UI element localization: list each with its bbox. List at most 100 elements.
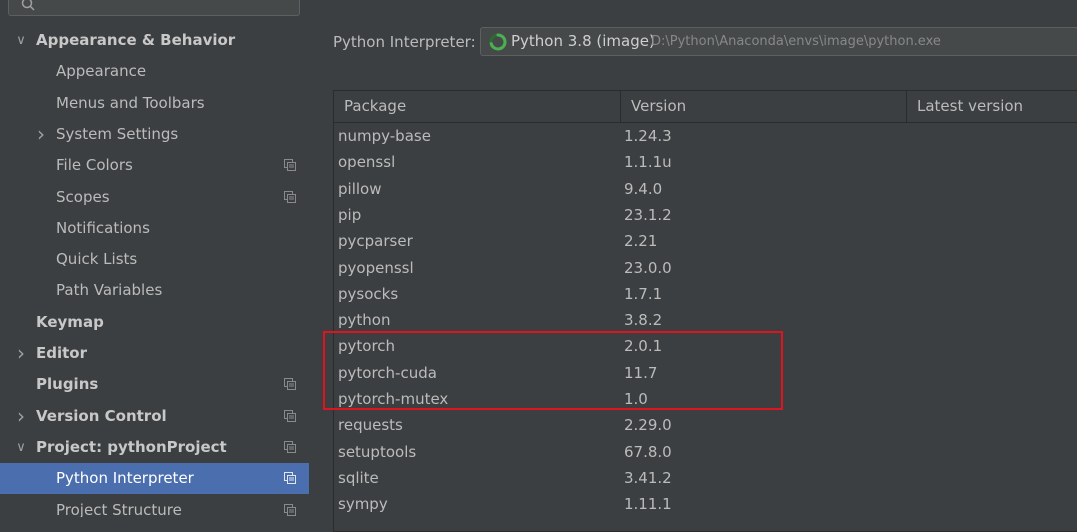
- sidebar-item-python-interpreter[interactable]: Python Interpreter: [0, 463, 309, 495]
- package-version-cell: 9.4.0: [624, 179, 663, 198]
- package-version-cell: 1.7.1: [624, 284, 663, 303]
- table-row[interactable]: requests 2.29.0: [334, 412, 1077, 438]
- interpreter-path: D:\Python\Anaconda\envs\image\python.exe: [651, 34, 941, 49]
- package-name-cell: python: [338, 311, 391, 330]
- package-version-cell: 3.41.2: [624, 468, 672, 487]
- sidebar-item-path-variables[interactable]: Path Variables: [0, 275, 309, 306]
- sidebar-item-file-colors[interactable]: File Colors: [0, 150, 309, 181]
- column-header-package[interactable]: Package: [334, 91, 620, 122]
- sidebar-item-label: Appearance & Behavior: [36, 31, 236, 49]
- sidebar-item-version-control[interactable]: › Version Control: [0, 401, 309, 432]
- table-row[interactable]: pyopenssl 23.0.0: [334, 255, 1077, 281]
- sidebar-item-appearance-behavior[interactable]: ∨ Appearance & Behavior: [0, 25, 309, 56]
- sidebar-item-label: Python Interpreter: [56, 469, 194, 488]
- table-row[interactable]: pytorch-cuda 11.7: [334, 360, 1077, 386]
- package-version-cell: 67.8.0: [624, 442, 672, 461]
- table-row[interactable]: openssl 1.1.1u: [334, 149, 1077, 175]
- package-version-cell: 3.8.2: [624, 311, 663, 330]
- package-name-cell: pytorch-cuda: [338, 363, 437, 382]
- sidebar-item-label: System Settings: [56, 124, 179, 143]
- search-icon: [21, 0, 35, 11]
- package-name-cell: pip: [338, 205, 362, 224]
- table-row[interactable]: pytorch 2.0.1: [334, 333, 1077, 359]
- sidebar-item-label: Keymap: [36, 312, 104, 331]
- package-version-cell: 2.0.1: [624, 337, 663, 356]
- table-row[interactable]: pip 23.1.2: [334, 202, 1077, 228]
- interpreter-dropdown[interactable]: Python 3.8 (image) D:\Python\Anaconda\en…: [480, 27, 1077, 56]
- sidebar-item-label: File Colors: [56, 156, 133, 175]
- sidebar-item-scopes[interactable]: Scopes: [0, 182, 309, 213]
- settings-search-input[interactable]: [8, 0, 300, 16]
- sidebar-item-label: Plugins: [36, 375, 99, 394]
- chevron-right-icon[interactable]: ›: [14, 338, 28, 369]
- table-row[interactable]: numpy-base 1.24.3: [334, 123, 1077, 149]
- packages-table: Package Version Latest version numpy-bas…: [333, 90, 1077, 532]
- sidebar-item-quick-lists[interactable]: Quick Lists: [0, 244, 309, 275]
- package-version-cell: 1.11.1: [624, 495, 672, 514]
- sidebar-item-label: Project Structure: [56, 500, 182, 518]
- sidebar-item-label: Editor: [36, 344, 87, 362]
- loading-spinner-icon: [489, 33, 507, 51]
- chevron-down-icon[interactable]: ∨: [14, 25, 28, 56]
- table-row[interactable]: pycparser 2.21: [334, 228, 1077, 254]
- package-name-cell: pillow: [338, 179, 382, 198]
- sidebar-item-notifications[interactable]: Notifications: [0, 213, 309, 244]
- package-name-cell: pyopenssl: [338, 258, 414, 277]
- package-version-cell: 11.7: [624, 363, 658, 382]
- package-name-cell: pytorch: [338, 337, 396, 356]
- sidebar-item-menus-and-toolbars[interactable]: Menus and Toolbars: [0, 88, 309, 119]
- sidebar-item-plugins[interactable]: Plugins: [0, 369, 309, 400]
- table-row[interactable]: pysocks 1.7.1: [334, 281, 1077, 307]
- package-name-cell: requests: [338, 416, 403, 435]
- table-row[interactable]: sympy 1.11.1: [334, 491, 1077, 517]
- package-version-cell: 23.1.2: [624, 205, 672, 224]
- sidebar-item-label: Notifications: [56, 218, 150, 237]
- project-scope-icon: [284, 378, 296, 391]
- chevron-right-icon[interactable]: ›: [14, 401, 28, 432]
- interpreter-panel: Python Interpreter: Python 3.8 (image) D…: [309, 0, 1077, 532]
- package-version-cell: 23.0.0: [624, 258, 672, 277]
- package-version-cell: 2.29.0: [624, 416, 672, 435]
- sidebar-item-label: Appearance: [56, 62, 147, 81]
- table-row[interactable]: python 3.8.2: [334, 307, 1077, 333]
- package-name-cell: numpy-base: [338, 127, 431, 145]
- interpreter-name: Python 3.8 (image): [511, 32, 655, 50]
- table-row[interactable]: pillow 9.4.0: [334, 176, 1077, 202]
- package-name-cell: sqlite: [338, 468, 379, 487]
- package-name-cell: pytorch-mutex: [338, 390, 449, 408]
- package-name-cell: sympy: [338, 495, 388, 514]
- chevron-right-icon[interactable]: ›: [34, 119, 48, 150]
- package-name-cell: pycparser: [338, 232, 413, 251]
- sidebar-item-keymap[interactable]: Keymap: [0, 307, 309, 338]
- table-row[interactable]: setuptools 67.8.0: [334, 439, 1077, 465]
- package-version-cell: 1.24.3: [624, 127, 672, 145]
- project-scope-icon: [284, 472, 296, 485]
- sidebar-item-label: Project: pythonProject: [36, 437, 227, 456]
- table-header: Package Version Latest version: [334, 91, 1077, 123]
- sidebar-item-project-pythonproject[interactable]: ∨ Project: pythonProject: [0, 432, 309, 463]
- package-name-cell: openssl: [338, 153, 396, 172]
- sidebar-item-label: Path Variables: [56, 281, 163, 300]
- sidebar-item-label: Scopes: [56, 187, 110, 206]
- interpreter-label: Python Interpreter:: [333, 33, 476, 51]
- package-version-cell: 2.21: [624, 232, 658, 251]
- table-row[interactable]: pytorch-mutex 1.0: [334, 386, 1077, 412]
- project-scope-icon: [284, 409, 296, 422]
- package-version-cell: 1.1.1u: [624, 153, 672, 172]
- project-scope-icon: [284, 503, 296, 516]
- sidebar-item-system-settings[interactable]: › System Settings: [0, 119, 309, 150]
- column-header-version[interactable]: Version: [620, 91, 906, 122]
- sidebar-item-label: Menus and Toolbars: [56, 93, 205, 112]
- sidebar-item-project-structure[interactable]: Project Structure: [0, 495, 309, 518]
- project-scope-icon: [284, 190, 296, 203]
- package-name-cell: pysocks: [338, 284, 399, 303]
- column-header-latest-version[interactable]: Latest version: [906, 91, 1077, 122]
- sidebar-item-label: Quick Lists: [56, 250, 138, 269]
- sidebar-item-editor[interactable]: › Editor: [0, 338, 309, 369]
- sidebar-item-appearance[interactable]: Appearance: [0, 56, 309, 87]
- package-version-cell: 1.0: [624, 390, 648, 408]
- settings-sidebar: ∨ Appearance & Behavior Appearance Menus an…: [0, 0, 309, 517]
- project-scope-icon: [284, 159, 296, 172]
- table-row[interactable]: sqlite 3.41.2: [334, 465, 1077, 491]
- chevron-down-icon[interactable]: ∨: [14, 432, 28, 463]
